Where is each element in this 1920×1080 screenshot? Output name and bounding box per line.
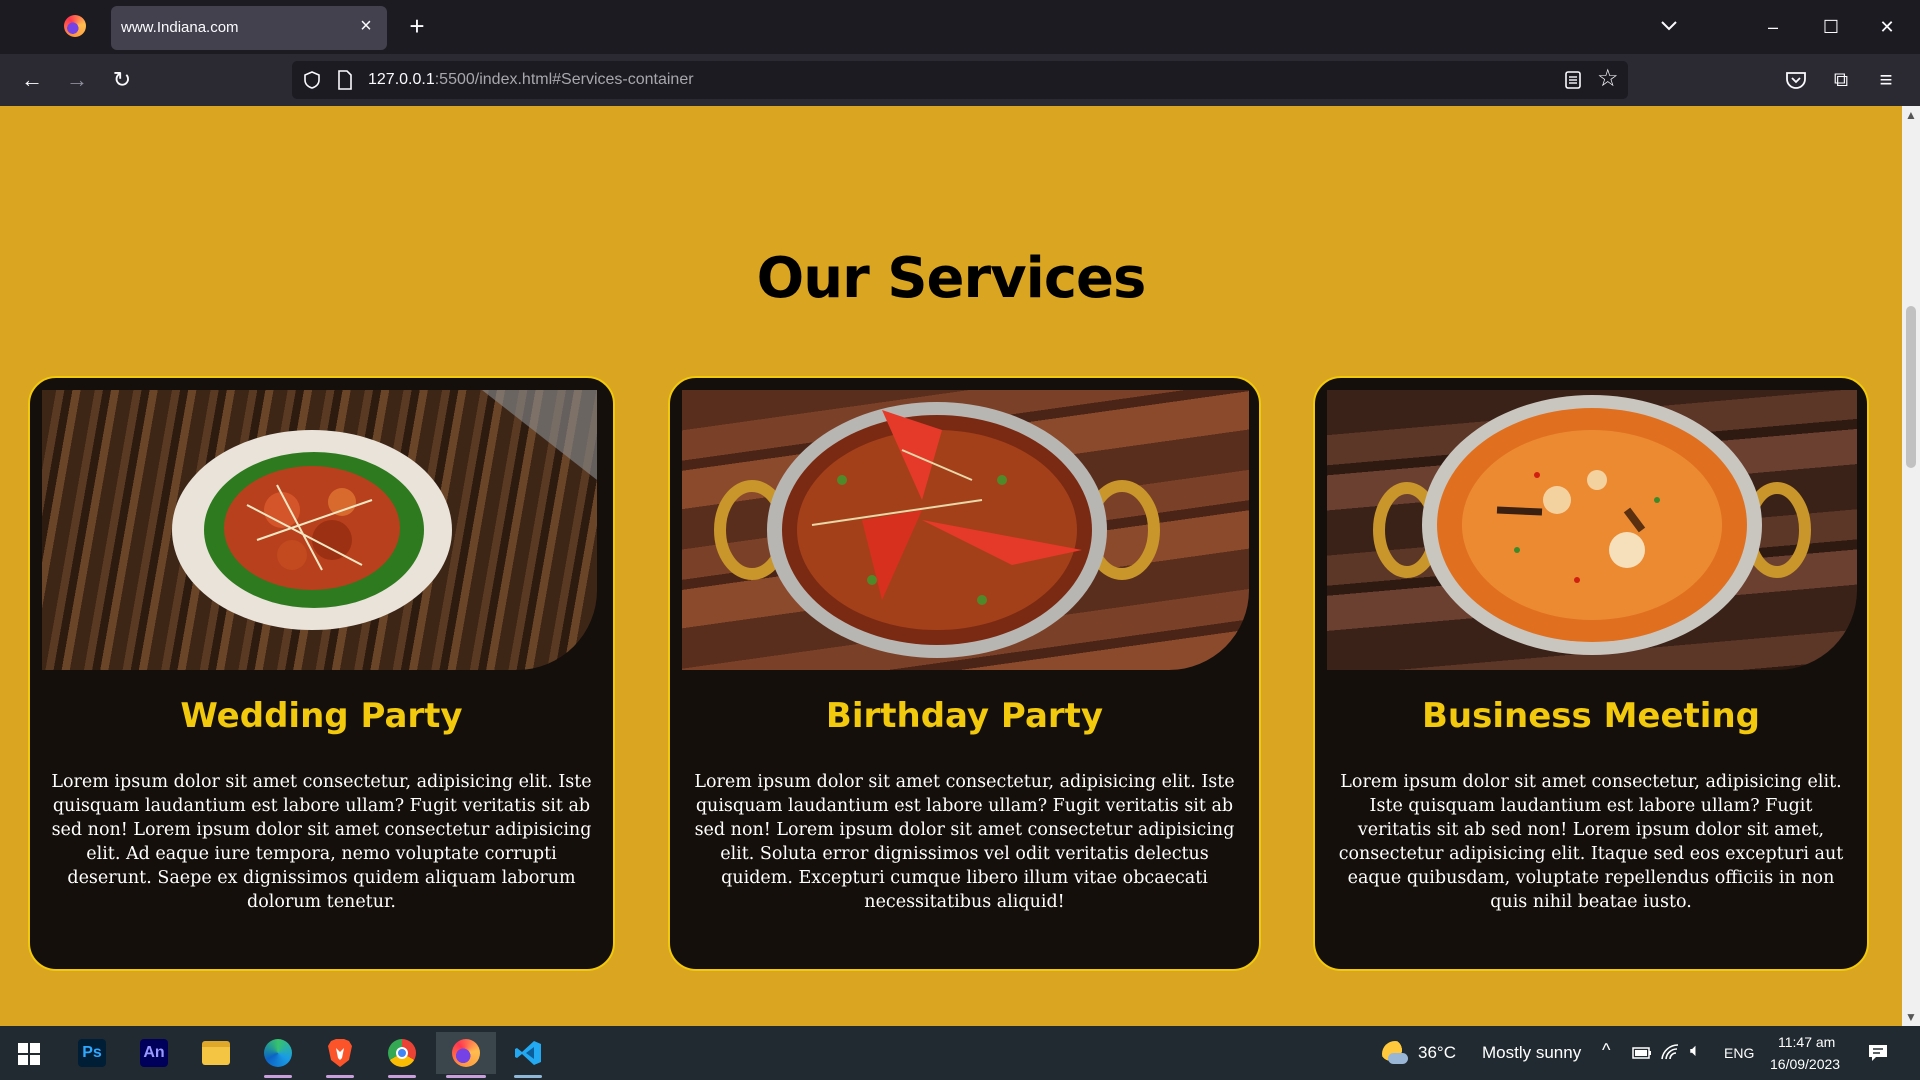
forward-arrow-icon[interactable]: → xyxy=(63,66,91,94)
card-title: Birthday Party xyxy=(825,696,1104,736)
extensions-puzzle-icon[interactable]: ⧉ xyxy=(1827,66,1855,94)
animate-app[interactable]: An xyxy=(128,1032,180,1074)
scroll-down-arrow-icon[interactable]: ▼ xyxy=(1904,1010,1918,1024)
close-window-icon[interactable]: ✕ xyxy=(1872,12,1902,42)
firefox-app[interactable] xyxy=(436,1032,496,1078)
brave-app[interactable] xyxy=(314,1032,366,1078)
business-food-image xyxy=(1327,390,1857,670)
weather-sun-icon[interactable] xyxy=(1382,1041,1408,1067)
new-tab-icon[interactable]: + xyxy=(403,12,431,40)
scrollbar-thumb[interactable] xyxy=(1906,306,1916,468)
tab-title: www.Indiana.com xyxy=(121,19,239,36)
url-bar[interactable]: 127.0.0.1:5500/index.html#Services-conta… xyxy=(292,61,1628,99)
clock-time[interactable]: 11:47 am xyxy=(1778,1034,1835,1050)
url-path: :5500/index.html#Services-container xyxy=(434,71,694,88)
brave-lion-icon xyxy=(328,1039,352,1067)
page-info-icon[interactable] xyxy=(336,70,354,90)
battery-icon[interactable] xyxy=(1632,1046,1652,1060)
vscode-app[interactable] xyxy=(502,1032,554,1078)
close-tab-icon[interactable]: × xyxy=(355,15,377,37)
url-host: 127.0.0.1 xyxy=(368,71,435,88)
windows-start-icon[interactable] xyxy=(18,1043,40,1065)
card-title: Wedding Party xyxy=(180,696,463,736)
photoshop-icon: Ps xyxy=(78,1039,106,1067)
scroll-up-arrow-icon[interactable]: ▲ xyxy=(1904,108,1918,122)
card-description: Lorem ipsum dolor sit amet consectetur, … xyxy=(694,772,1235,912)
notifications-icon[interactable] xyxy=(1868,1044,1888,1062)
url-text[interactable]: 127.0.0.1:5500/index.html#Services-conta… xyxy=(368,71,694,89)
service-card-birthday: Birthday Party Lorem ipsum dolor sit ame… xyxy=(668,376,1261,971)
edge-icon xyxy=(264,1039,292,1067)
show-hidden-icons-chevron-icon[interactable]: ^ xyxy=(1602,1040,1610,1061)
reader-view-icon[interactable] xyxy=(1564,71,1582,89)
bookmark-star-icon[interactable]: ☆ xyxy=(1597,65,1619,93)
firefox-logo-icon xyxy=(64,15,86,37)
chrome-icon xyxy=(388,1039,416,1067)
shield-icon[interactable] xyxy=(302,70,322,90)
wifi-icon[interactable] xyxy=(1660,1043,1680,1061)
edge-app[interactable] xyxy=(252,1032,304,1078)
firefox-icon xyxy=(452,1039,480,1067)
reload-icon[interactable]: ↻ xyxy=(108,66,136,94)
file-explorer-app[interactable] xyxy=(190,1032,242,1074)
photoshop-app[interactable]: Ps xyxy=(66,1032,118,1074)
folder-icon xyxy=(202,1041,230,1065)
card-description: Lorem ipsum dolor sit amet consectetur, … xyxy=(51,772,592,912)
page-scrollbar[interactable]: ▲ ▼ xyxy=(1902,106,1920,1026)
browser-tab[interactable]: www.Indiana.com × xyxy=(111,6,387,50)
windows-taskbar: Ps An 36°C Mostly sunny ^ 🔈︎ ENG 11:47 a… xyxy=(0,1026,1920,1080)
section-title: Our Services xyxy=(756,246,1147,311)
animate-icon: An xyxy=(140,1039,168,1067)
card-title: Business Meeting xyxy=(1422,696,1760,736)
weather-temperature[interactable]: 36°C xyxy=(1418,1043,1456,1063)
clock-date[interactable]: 16/09/2023 xyxy=(1770,1056,1840,1072)
back-arrow-icon[interactable]: ← xyxy=(18,66,46,94)
card-description: Lorem ipsum dolor sit amet consectetur, … xyxy=(1338,772,1844,912)
chrome-app[interactable] xyxy=(376,1032,428,1078)
navigation-bar: ← → ↻ 127.0.0.1:5500/index.html#Services… xyxy=(0,54,1920,106)
maximize-icon[interactable]: ☐ xyxy=(1816,12,1846,42)
minimize-icon[interactable]: – xyxy=(1758,12,1788,42)
language-indicator[interactable]: ENG xyxy=(1724,1045,1754,1061)
pocket-icon[interactable] xyxy=(1785,70,1807,90)
service-card-wedding: Wedding Party Lorem ipsum dolor sit amet… xyxy=(28,376,615,971)
services-section: Our Services Wedding Party Lorem ipsum d… xyxy=(0,106,1902,1026)
service-card-business: Business Meeting Lorem ipsum dolor sit a… xyxy=(1313,376,1869,971)
vscode-icon xyxy=(515,1041,541,1065)
menu-hamburger-icon[interactable]: ≡ xyxy=(1872,66,1900,94)
tab-list-chevron-icon[interactable] xyxy=(1655,14,1683,38)
weather-description[interactable]: Mostly sunny xyxy=(1482,1043,1581,1063)
birthday-food-image xyxy=(682,390,1249,670)
tab-bar: www.Indiana.com × + – ☐ ✕ xyxy=(0,0,1920,54)
volume-speaker-icon[interactable]: 🔈︎ xyxy=(1690,1040,1701,1061)
wedding-food-image xyxy=(42,390,597,670)
